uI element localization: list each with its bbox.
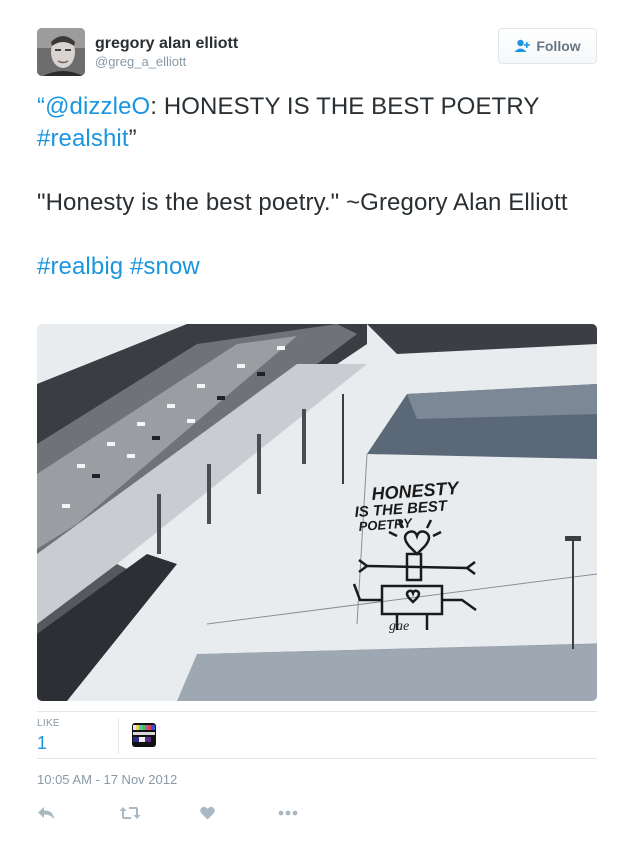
tweet-hashtags-line: #realbig #snow (37, 251, 602, 283)
more-icon (278, 810, 298, 816)
likes-count[interactable]: 1 (37, 732, 118, 754)
hashtag-realbig[interactable]: #realbig (37, 253, 123, 280)
like-heart-icon (200, 806, 215, 820)
tweet-attribution-line: "Honesty is the best poetry." ~Gregory A… (37, 189, 568, 216)
follow-button[interactable]: Follow (498, 28, 597, 64)
retweet-button[interactable] (119, 802, 141, 824)
tweet-header: gregory alan elliott @greg_a_elliott Fol… (37, 28, 597, 78)
reply-icon (38, 807, 54, 819)
tweet-photo[interactable]: HONESTY IS THE BEST POETRY gae (37, 324, 597, 701)
reply-button[interactable] (37, 802, 55, 824)
add-user-icon (514, 39, 531, 52)
tweet-text: “@dizzleO: HONESTY IS THE BEST POETRY #r… (37, 91, 602, 283)
tweet-actions (37, 802, 337, 824)
like-button[interactable] (200, 802, 215, 824)
hashtag-realshit[interactable]: #realshit (37, 125, 129, 152)
more-button[interactable] (278, 802, 298, 824)
quote-close-mark: ” (128, 125, 137, 152)
follow-button-label: Follow (536, 38, 581, 54)
likes-label: LIKE (37, 718, 60, 729)
quote-open-mark: “ (37, 93, 46, 120)
quote-body: : HONESTY IS THE BEST POETRY (150, 93, 539, 120)
likes-stat[interactable]: LIKE 1 (37, 718, 119, 754)
hashtag-snow[interactable]: #snow (130, 253, 200, 280)
mention-link[interactable]: @dizzleO (45, 93, 150, 120)
tweet-quote-line: “@dizzleO: HONESTY IS THE BEST POETRY #r… (37, 91, 602, 155)
snow-signature: gae (389, 619, 409, 634)
liker-avatar[interactable] (132, 723, 156, 747)
user-full-name[interactable]: gregory alan elliott (95, 34, 238, 53)
user-avatar[interactable] (37, 28, 85, 76)
tweet-timestamp[interactable]: 10:05 AM - 17 Nov 2012 (37, 772, 177, 787)
user-screen-name[interactable]: @greg_a_elliott (95, 53, 238, 71)
user-names[interactable]: gregory alan elliott @greg_a_elliott (95, 34, 238, 71)
tweet-stats: LIKE 1 (37, 711, 597, 759)
retweet-icon (119, 807, 141, 819)
